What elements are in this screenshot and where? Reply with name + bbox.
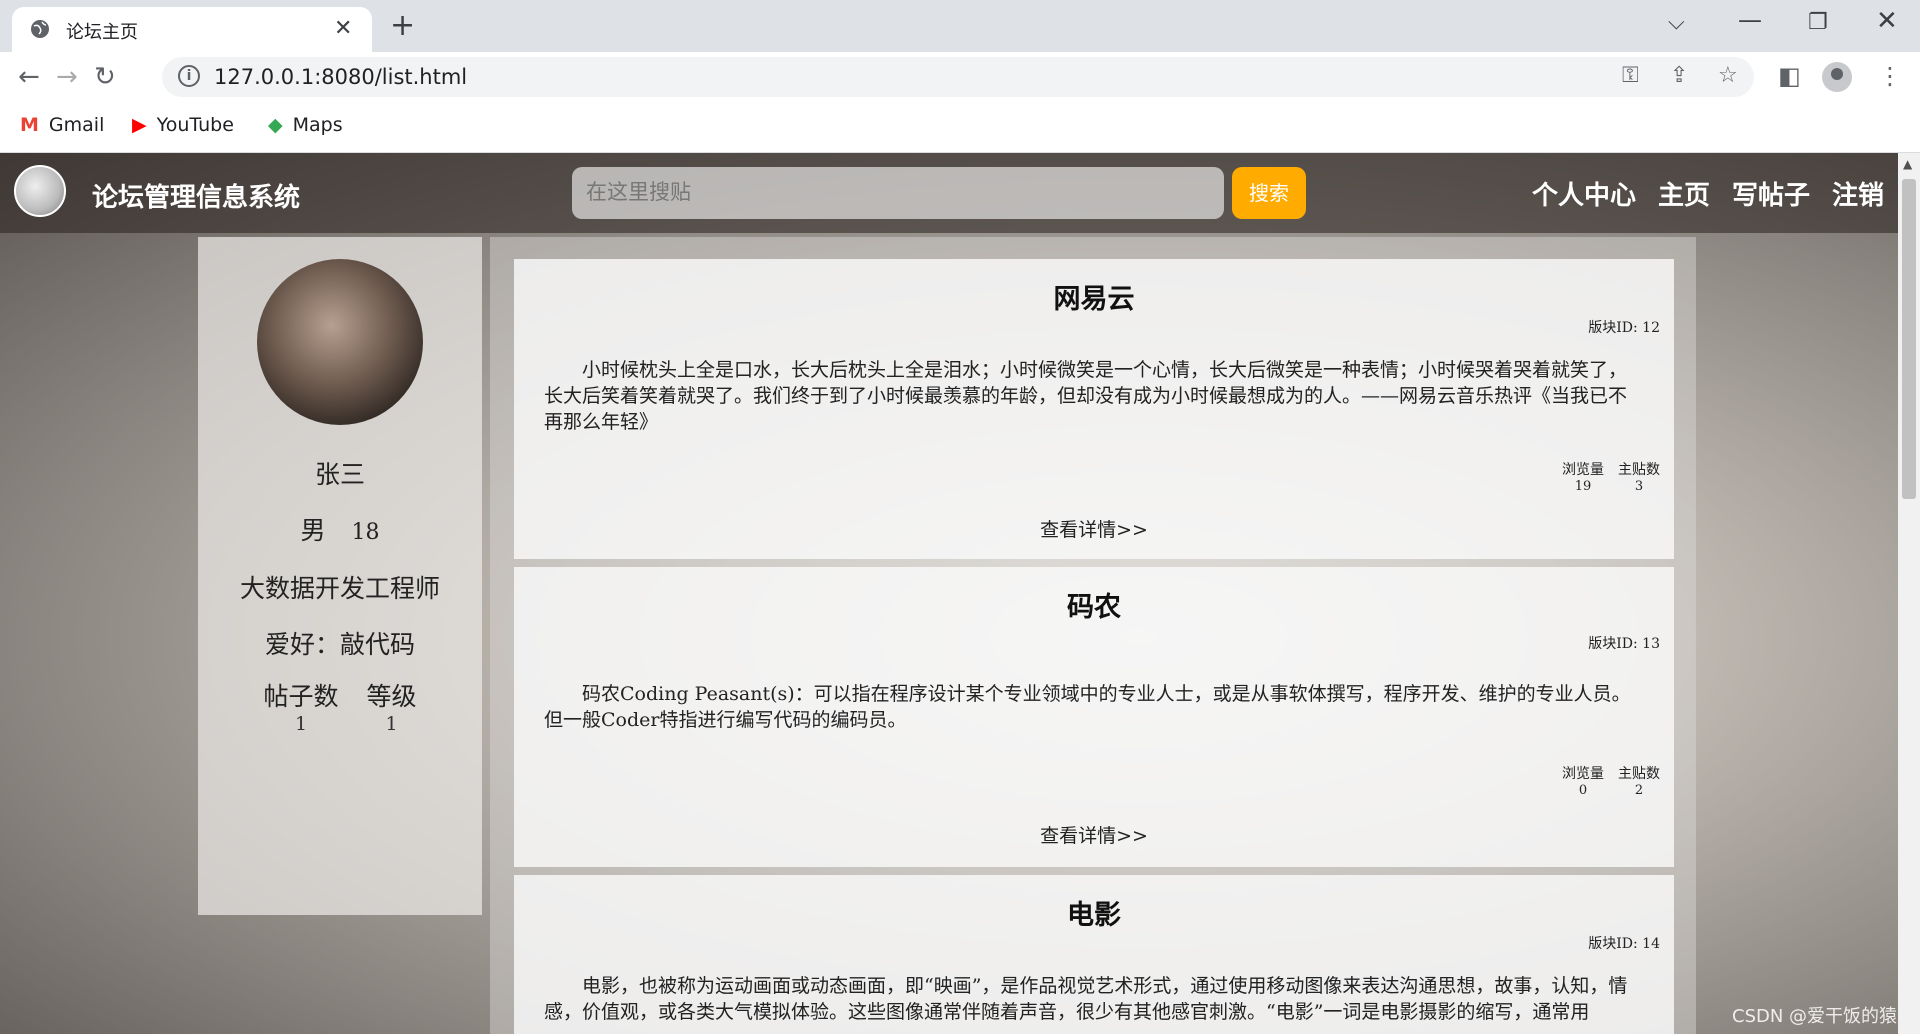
stat-post-count: 帖子数 1 [263, 682, 339, 735]
tab-title: 论坛主页 [66, 22, 138, 43]
post-title[interactable]: 码农 [514, 585, 1674, 624]
post-replies: 主贴数 2 [1618, 766, 1660, 798]
browser-tab-strip: 论坛主页 ✕ + ⌵ — ❐ ✕ [0, 0, 1920, 52]
forward-arrow-icon[interactable]: → [56, 62, 78, 92]
bookmark-youtube[interactable]: ▶ YouTube [132, 114, 234, 136]
minimize-icon[interactable]: — [1738, 6, 1762, 34]
csdn-watermark: CSDN @爱干饭的猿 [1732, 1006, 1898, 1027]
nav-home[interactable]: 主页 [1658, 175, 1710, 212]
reload-icon[interactable]: ↻ [94, 62, 116, 92]
profile-card: 张三 男 18 大数据开发工程师 爱好：敲代码 帖子数 1 等级 1 [198, 237, 482, 915]
cat-logo-icon [14, 165, 66, 217]
key-icon[interactable]: ⚿ [1622, 63, 1639, 88]
user-avatar [257, 259, 423, 425]
user-hobby: 爱好：敲代码 [264, 630, 415, 659]
search-button[interactable]: 搜索 [1232, 167, 1306, 219]
view-details-link[interactable]: 查看详情>> [514, 821, 1674, 848]
tab-search-chevron-icon[interactable]: ⌵ [1668, 10, 1685, 35]
user-name: 张三 [314, 460, 365, 489]
nav-logout[interactable]: 注销 [1832, 175, 1884, 212]
post-board-id: 版块ID: 14 [1588, 936, 1660, 952]
bookmark-maps[interactable]: ◆ Maps [268, 114, 343, 136]
user-gender: 男 [300, 516, 326, 545]
post-feed: 网易云 版块ID: 12 小时候枕头上全是口水，长大后枕头上全是泪水；小时候微笑… [490, 237, 1696, 1034]
post-views: 浏览量 19 [1562, 462, 1604, 494]
post-title[interactable]: 网易云 [514, 277, 1674, 316]
site-info-icon[interactable]: i [178, 65, 200, 87]
star-icon[interactable]: ☆ [1718, 63, 1738, 88]
site-header: 论坛管理信息系统 搜索 个人中心 主页 写帖子 注销 [0, 153, 1898, 233]
post-views: 浏览量 0 [1562, 766, 1604, 798]
post-title[interactable]: 电影 [514, 893, 1674, 932]
maps-icon: ◆ [268, 114, 283, 136]
post-replies: 主贴数 3 [1618, 462, 1660, 494]
post-content: 电影，也被称为运动画面或动态画面，即“映画”，是作品视觉艺术形式，通过使用移动图… [544, 975, 1628, 1023]
globe-icon [31, 20, 49, 38]
user-stats: 帖子数 1 等级 1 [198, 677, 482, 735]
post-card: 网易云 版块ID: 12 小时候枕头上全是口水，长大后枕头上全是泪水；小时候微笑… [514, 259, 1674, 559]
bookmarks-bar: M Gmail ▶ YouTube ◆ Maps [0, 102, 1920, 153]
post-card: 电影 版块ID: 14 电影，也被称为运动画面或动态画面，即“映画”，是作品视觉… [514, 875, 1674, 1034]
menu-kebab-icon[interactable]: ⋮ [1878, 62, 1902, 90]
post-metrics: 浏览量 19 主贴数 3 [1562, 459, 1660, 494]
nav-write-post[interactable]: 写帖子 [1732, 175, 1810, 212]
search-input[interactable] [572, 167, 1224, 219]
back-arrow-icon[interactable]: ← [18, 62, 40, 92]
scroll-up-icon[interactable]: ▲ [1903, 157, 1912, 171]
gmail-icon: M [20, 114, 39, 136]
browser-toolbar: ← → ↻ i 127.0.0.1:8080/list.html ⚿ ⇪ ☆ ◧… [0, 52, 1920, 102]
browser-tab[interactable]: 论坛主页 ✕ [12, 7, 372, 52]
post-content: 小时候枕头上全是口水，长大后枕头上全是泪水；小时候微笑是一个心情，长大后微笑是一… [544, 359, 1628, 433]
address-bar[interactable]: i 127.0.0.1:8080/list.html ⚿ ⇪ ☆ [162, 57, 1754, 97]
new-tab-icon[interactable]: + [390, 8, 415, 43]
profile-avatar-icon[interactable] [1822, 62, 1852, 92]
user-age: 18 [351, 520, 380, 545]
post-board-id: 版块ID: 12 [1588, 320, 1660, 336]
bookmark-gmail[interactable]: M Gmail [20, 114, 104, 136]
window-close-icon[interactable]: ✕ [1876, 6, 1898, 36]
tab-close-icon[interactable]: ✕ [334, 16, 352, 41]
post-board-id: 版块ID: 13 [1588, 636, 1660, 652]
view-details-link[interactable]: 查看详情>> [514, 515, 1674, 542]
user-job: 大数据开发工程师 [239, 574, 440, 603]
restore-icon[interactable]: ❐ [1808, 10, 1828, 35]
side-panel-icon[interactable]: ◧ [1778, 62, 1801, 90]
post-content: 码农Coding Peasant(s)：可以指在程序设计某个专业领域中的专业人士… [544, 683, 1631, 731]
youtube-icon: ▶ [132, 114, 147, 136]
page-scrollbar[interactable]: ▲ [1898, 153, 1920, 1034]
url-text[interactable]: 127.0.0.1:8080/list.html [214, 65, 467, 89]
user-gender-age: 男 18 [198, 511, 482, 547]
page-viewport: 论坛管理信息系统 搜索 个人中心 主页 写帖子 注销 张三 男 18 大数据开发… [0, 153, 1898, 1034]
nav-personal-center[interactable]: 个人中心 [1532, 175, 1636, 212]
site-title: 论坛管理信息系统 [92, 183, 301, 213]
site-nav: 个人中心 主页 写帖子 注销 [1532, 175, 1884, 212]
stat-level: 等级 1 [366, 682, 417, 735]
post-card: 码农 版块ID: 13 码农Coding Peasant(s)：可以指在程序设计… [514, 567, 1674, 867]
share-icon[interactable]: ⇪ [1670, 63, 1688, 88]
post-metrics: 浏览量 0 主贴数 2 [1562, 763, 1660, 798]
scrollbar-thumb[interactable] [1902, 179, 1916, 499]
